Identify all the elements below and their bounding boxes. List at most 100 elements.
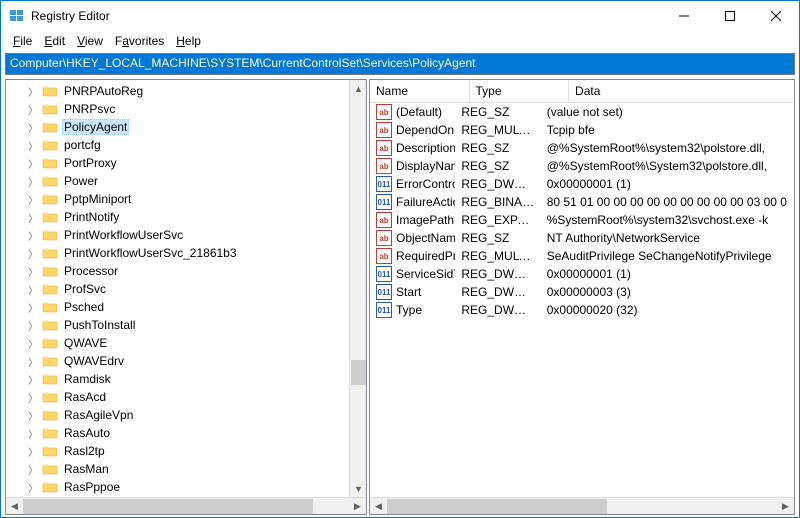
chevron-right-icon[interactable]: 〉 [28,336,40,351]
tree-item[interactable]: 〉 PolicyAgent [6,118,366,136]
address-bar[interactable]: Computer\HKEY_LOCAL_MACHINE\SYSTEM\Curre… [5,53,795,75]
value-row[interactable]: abDisplayNameREG_SZ@%SystemRoot%\System3… [370,157,794,175]
chevron-right-icon[interactable]: 〉 [28,300,40,315]
menu-edit[interactable]: Edit [38,32,71,50]
chevron-right-icon[interactable]: 〉 [28,426,40,441]
tree-item[interactable]: 〉 PortProxy [6,154,366,172]
string-value-icon: ab [376,230,392,246]
chevron-right-icon[interactable]: 〉 [28,354,40,369]
value-row[interactable]: 011ServiceSidTypeREG_DWORD0x00000001 (1) [370,265,794,283]
chevron-right-icon[interactable]: 〉 [28,84,40,99]
maximize-button[interactable] [707,1,753,31]
tree-item-label: PolicyAgent [62,119,129,135]
tree-item[interactable]: 〉Psched [6,298,366,316]
tree-item[interactable]: 〉Ramdisk [6,370,366,388]
value-row[interactable]: 011FailureActionsREG_BINARY80 51 01 00 0… [370,193,794,211]
folder-icon [42,300,58,314]
column-name[interactable]: Name [370,80,470,102]
value-row[interactable]: ab(Default)REG_SZ(value not set) [370,103,794,121]
value-row[interactable]: 011StartREG_DWORD0x00000003 (3) [370,283,794,301]
tree-item[interactable]: 〉QWAVE [6,334,366,352]
chevron-right-icon[interactable]: 〉 [28,138,40,153]
menu-file[interactable]: File [7,32,38,50]
tree-item-label: ProfSvc [62,282,108,296]
chevron-right-icon[interactable]: 〉 [28,102,40,117]
tree-item[interactable]: 〉RasAgileVpn [6,406,366,424]
value-name: RequiredPrivileg... [396,249,455,263]
chevron-right-icon[interactable]: 〉 [28,264,40,279]
tree-item[interactable]: 〉 Rasl2tp [6,442,366,460]
value-row[interactable]: abDependOnServiceREG_MULTI_SZTcpip bfe [370,121,794,139]
value-list[interactable]: Name Type Data ab(Default)REG_SZ(value n… [369,79,795,515]
string-value-icon: ab [376,122,392,138]
folder-icon [42,156,58,170]
string-value-icon: ab [376,212,392,228]
tree-item[interactable]: 〉 Power [6,172,366,190]
tree-item[interactable]: 〉PrintWorkflowUserSvc [6,226,366,244]
tree-item-label: Rasl2tp [62,444,107,458]
chevron-right-icon[interactable]: 〉 [28,372,40,387]
menu-bar: File Edit View Favorites Help [1,31,799,51]
value-name: ObjectName [396,231,455,245]
list-horizontal-scrollbar[interactable]: ◀ ▶ [370,497,794,514]
chevron-right-icon[interactable]: 〉 [28,408,40,423]
minimize-button[interactable] [661,1,707,31]
value-row[interactable]: abImagePathREG_EXPAND_SZ%SystemRoot%\sys… [370,211,794,229]
tree-item[interactable]: 〉RasAuto [6,424,366,442]
chevron-right-icon[interactable]: 〉 [28,120,40,135]
chevron-right-icon[interactable]: 〉 [28,318,40,333]
chevron-right-icon[interactable]: 〉 [28,462,40,477]
chevron-right-icon[interactable]: 〉 [28,444,40,459]
column-type[interactable]: Type [470,80,570,102]
chevron-right-icon[interactable]: 〉 [28,282,40,297]
menu-favorites[interactable]: Favorites [109,32,170,50]
menu-help[interactable]: Help [170,32,207,50]
value-row[interactable]: abDescriptionREG_SZ@%SystemRoot%\system3… [370,139,794,157]
value-data: %SystemRoot%\system32\svchost.exe -k [541,213,794,227]
value-data: Tcpip bfe [541,123,794,137]
chevron-right-icon[interactable]: 〉 [28,390,40,405]
menu-view[interactable]: View [71,32,109,50]
binary-value-icon: 011 [376,194,392,210]
tree-item[interactable]: 〉PushToInstall [6,316,366,334]
chevron-right-icon[interactable]: 〉 [28,174,40,189]
chevron-right-icon[interactable]: 〉 [28,192,40,207]
tree-item-label: Power [62,174,100,188]
chevron-right-icon[interactable]: 〉 [28,156,40,171]
tree-item[interactable]: 〉 ProfSvc [6,280,366,298]
value-row[interactable]: 011ErrorControlREG_DWORD0x00000001 (1) [370,175,794,193]
tree-item-label: PNRPAutoReg [62,84,145,98]
tree-item[interactable]: 〉PNRPsvc [6,100,366,118]
tree-item[interactable]: 〉 RasPppoe [6,478,366,496]
tree-item[interactable]: 〉Processor [6,262,366,280]
tree-item[interactable]: 〉PptpMiniport [6,190,366,208]
tree-vertical-scrollbar[interactable]: ▲ ▼ [349,80,366,497]
tree-item-label: portcfg [62,138,103,152]
value-row[interactable]: 011TypeREG_DWORD0x00000020 (32) [370,301,794,319]
tree-item-label: RasPppoe [62,480,122,494]
tree-item[interactable]: 〉RasAcd [6,388,366,406]
tree-view[interactable]: 〉PNRPAutoReg〉PNRPsvc〉PolicyAgent〉portcfg… [5,79,367,515]
folder-icon [42,318,58,332]
value-row[interactable]: abRequiredPrivileg...REG_MULTI_SZSeAudit… [370,247,794,265]
tree-item[interactable]: 〉 portcfg [6,136,366,154]
close-button[interactable] [753,1,799,31]
value-type: REG_BINARY [455,195,540,209]
chevron-right-icon[interactable]: 〉 [28,210,40,225]
chevron-right-icon[interactable]: 〉 [28,246,40,261]
value-name: Description [396,141,455,155]
column-data[interactable]: Data [569,80,794,102]
value-data: (value not set) [541,105,794,119]
value-row[interactable]: abObjectNameREG_SZNT Authority\NetworkSe… [370,229,794,247]
tree-item[interactable]: 〉PrintNotify [6,208,366,226]
tree-item[interactable]: 〉QWAVEdrv [6,352,366,370]
app-icon [9,8,25,24]
value-name: ServiceSidType [396,267,455,281]
tree-item[interactable]: 〉RasMan [6,460,366,478]
tree-item[interactable]: 〉PrintWorkflowUserSvc_21861b3 [6,244,366,262]
chevron-right-icon[interactable]: 〉 [28,228,40,243]
tree-horizontal-scrollbar[interactable]: ◀ ▶ [6,497,366,514]
tree-item-label: PortProxy [62,156,119,170]
chevron-right-icon[interactable]: 〉 [28,480,40,495]
tree-item[interactable]: 〉 PNRPAutoReg [6,82,366,100]
